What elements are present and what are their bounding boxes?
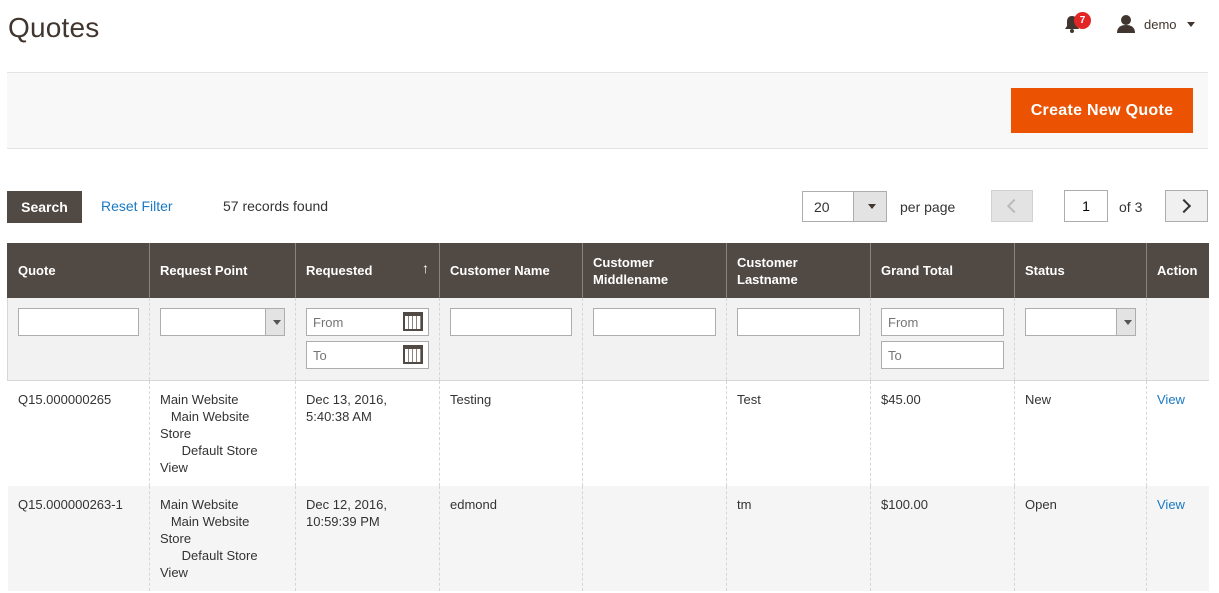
filter-cell-customer-name [439, 298, 583, 381]
column-header-request-point[interactable]: Request Point [149, 243, 296, 298]
filter-grand-total-to-input[interactable] [881, 341, 1004, 369]
filter-request-point-dropdown[interactable] [265, 309, 284, 335]
column-header-quote[interactable]: Quote [7, 243, 150, 298]
per-page-dropdown-button[interactable] [853, 192, 886, 221]
cell-quote: Q15.000000263-1 [7, 485, 150, 591]
records-found: 57 records found [223, 198, 329, 214]
view-link[interactable]: View [1157, 392, 1185, 407]
per-page-label: per page [900, 199, 956, 215]
cell-grand-total: $45.00 [870, 380, 1015, 486]
filter-status-dropdown[interactable] [1116, 309, 1135, 335]
column-header-customer-middlename[interactable]: Customer Middlename [582, 243, 727, 298]
filter-quote-input[interactable] [18, 308, 139, 336]
chevron-down-icon [273, 320, 281, 325]
previous-page-button[interactable] [991, 190, 1033, 222]
filter-cell-requested [295, 298, 440, 381]
filter-request-point-select[interactable] [160, 308, 285, 336]
filter-grand-total-from-input[interactable] [881, 308, 1004, 336]
requested-time: 10:59:39 PM [306, 513, 380, 529]
column-header-requested[interactable]: Requested ↑ [295, 243, 440, 298]
column-header-action: Action [1146, 243, 1209, 298]
chevron-down-icon [1124, 320, 1132, 325]
cell-action: View [1146, 380, 1209, 486]
filter-cell-request-point [149, 298, 296, 381]
cell-customer-middlename [582, 380, 727, 486]
per-page-select[interactable]: 20 [802, 191, 887, 222]
request-point-line: Main Website [160, 408, 250, 424]
filter-cell-action [1146, 298, 1209, 381]
chevron-down-icon [868, 204, 876, 209]
search-button[interactable]: Search [7, 191, 82, 223]
user-name: demo [1144, 16, 1177, 32]
cell-status: Open [1014, 485, 1147, 591]
calendar-icon[interactable] [403, 312, 423, 331]
request-point-line: View [160, 459, 188, 475]
user-icon [1117, 15, 1135, 33]
request-point-line: Main Website [160, 496, 239, 512]
cell-customer-lastname: tm [726, 485, 871, 591]
filter-customer-middlename-input[interactable] [593, 308, 716, 336]
column-header-status[interactable]: Status [1014, 243, 1147, 298]
chevron-left-icon [1006, 198, 1022, 214]
calendar-icon[interactable] [403, 345, 423, 364]
filter-requested-to [306, 341, 429, 369]
cell-customer-name: Testing [439, 380, 583, 486]
cell-request-point: Main Website Main Website Store Default … [149, 380, 296, 486]
column-header-requested-label: Requested [306, 263, 373, 278]
filter-requested-from [306, 308, 429, 336]
table-row: Q15.000000263-1 Main Website Main Websit… [7, 485, 1209, 591]
requested-time: 5:40:38 AM [306, 408, 372, 424]
request-point-line: Main Website [160, 391, 239, 407]
requested-date: Dec 12, 2016, [306, 496, 387, 512]
user-menu[interactable]: demo [1116, 14, 1195, 34]
sort-up-icon: ↑ [422, 260, 429, 276]
filter-customer-name-input[interactable] [450, 308, 572, 336]
page-number-input[interactable] [1064, 190, 1108, 222]
column-header-customer-name[interactable]: Customer Name [439, 243, 583, 298]
request-point-line: Default Store [160, 442, 258, 458]
cell-status: New [1014, 380, 1147, 486]
request-point-line: Default Store [160, 547, 258, 563]
per-page-value: 20 [814, 199, 830, 215]
page-total: of 3 [1119, 199, 1143, 215]
request-point-line: Main Website [160, 513, 250, 529]
create-new-quote-button[interactable]: Create New Quote [1011, 88, 1193, 133]
cell-customer-middlename [582, 485, 727, 591]
cell-quote: Q15.000000265 [7, 380, 150, 486]
request-point-line: View [160, 564, 188, 580]
page-title: Quotes [8, 12, 100, 43]
filter-cell-grand-total [870, 298, 1015, 381]
cell-customer-name: edmond [439, 485, 583, 591]
page-actions-bar: Create New Quote [7, 72, 1208, 149]
cell-requested: Dec 13, 2016, 5:40:38 AM [295, 380, 440, 486]
quotes-grid: Quote Request Point Requested ↑ Customer … [7, 243, 1209, 591]
cell-request-point: Main Website Main Website Store Default … [149, 485, 296, 591]
cell-action: View [1146, 485, 1209, 591]
cell-grand-total: $100.00 [870, 485, 1015, 591]
cell-customer-lastname: Test [726, 380, 871, 486]
notification-badge[interactable]: 7 [1074, 12, 1091, 29]
chevron-down-icon [1186, 21, 1195, 27]
requested-date: Dec 13, 2016, [306, 391, 387, 407]
filter-cell-customer-lastname [726, 298, 871, 381]
filter-cell-status [1014, 298, 1147, 381]
grid-header-row: Quote Request Point Requested ↑ Customer … [7, 243, 1209, 298]
reset-filter-link[interactable]: Reset Filter [101, 198, 173, 214]
filter-row [7, 298, 1209, 381]
filter-cell-quote [7, 298, 150, 381]
request-point-line: Store [160, 530, 192, 546]
filter-status-select[interactable] [1025, 308, 1136, 336]
next-page-button[interactable] [1165, 190, 1208, 222]
column-header-customer-lastname[interactable]: Customer Lastname [726, 243, 871, 298]
request-point-line: Store [160, 425, 192, 441]
column-header-grand-total[interactable]: Grand Total [870, 243, 1015, 298]
filter-customer-lastname-input[interactable] [737, 308, 860, 336]
view-link[interactable]: View [1157, 497, 1185, 512]
table-row: Q15.000000265 Main Website Main Website … [7, 380, 1209, 486]
chevron-right-icon [1176, 198, 1192, 214]
cell-requested: Dec 12, 2016, 10:59:39 PM [295, 485, 440, 591]
filter-cell-customer-middlename [582, 298, 727, 381]
